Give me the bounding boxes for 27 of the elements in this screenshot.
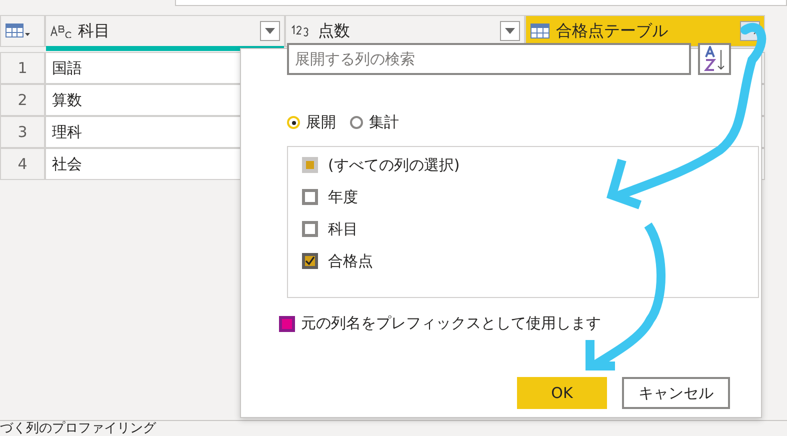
check-icon (305, 256, 315, 266)
column-checkbox[interactable]: 合格点 (302, 245, 744, 277)
row-number: 1 (0, 52, 45, 84)
prefix-checkbox[interactable]: 元の列名をプレフィックスとして使用します (279, 314, 761, 333)
search-field[interactable]: 展開する列の検索 (287, 43, 691, 75)
mode-radio[interactable]: 展開 (287, 113, 336, 132)
column-label: 科目 (78, 20, 110, 42)
row-number: 2 (0, 84, 45, 116)
text-type-icon (50, 24, 72, 38)
table-menu-button[interactable] (0, 15, 45, 47)
column-checkbox[interactable]: 科目 (302, 213, 744, 245)
sort-button[interactable] (698, 43, 731, 75)
cancel-button[interactable]: キャンセル (622, 377, 730, 409)
dropdown-icon[interactable] (260, 21, 280, 41)
partial-check-icon (306, 161, 314, 169)
column-checkbox[interactable]: 年度 (302, 181, 744, 213)
column-label: 合格点テーブル (556, 20, 668, 42)
status-text: づく列のプロファイリング (0, 420, 787, 436)
mode-radio[interactable]: 集計 (350, 113, 399, 132)
dropdown-icon[interactable] (500, 21, 520, 41)
row-number: 4 (0, 148, 45, 180)
table-icon (5, 23, 31, 39)
row-number: 3 (0, 116, 45, 148)
column-checkbox[interactable]: (すべての列の選択) (302, 149, 744, 181)
column-label: 点数 (318, 20, 350, 42)
ok-button[interactable]: OK (517, 377, 607, 409)
table-icon (530, 23, 550, 39)
